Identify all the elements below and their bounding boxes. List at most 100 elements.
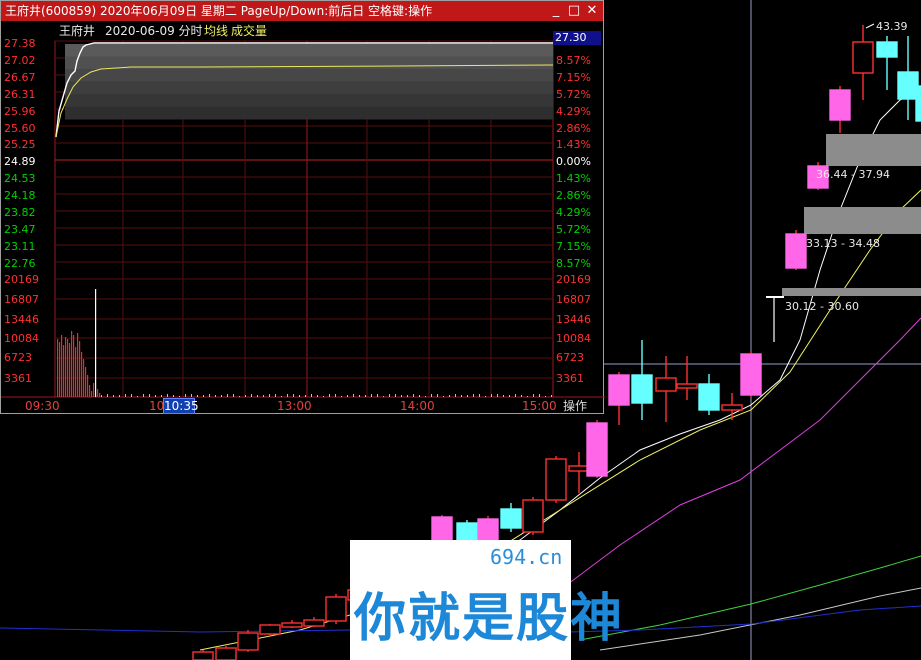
volume-bar: [347, 395, 348, 397]
volume-bar: [545, 396, 546, 397]
watermark-banner: 694.cn 你就是股神: [350, 540, 622, 660]
volume-bar: [69, 343, 71, 397]
pct-label: 5.72%: [556, 222, 591, 236]
price-label: 24.18: [4, 189, 36, 203]
volume-bar: [57, 339, 59, 397]
price-label: 23.11: [4, 239, 36, 253]
volume-bar: [467, 395, 468, 397]
volume-bar: [365, 395, 366, 397]
volume-bar: [275, 394, 276, 397]
time-tick-1300: 13:00: [277, 399, 312, 413]
pct-label: 8.57%: [556, 53, 591, 67]
volume-bar: [443, 396, 444, 397]
candle-body: [431, 516, 453, 541]
volume-bar: [329, 394, 330, 397]
volume-bar: [233, 394, 234, 397]
intraday-chart[interactable]: [1, 1, 605, 415]
price-label: 26.67: [4, 70, 36, 84]
volume-bar: [341, 396, 342, 397]
volume-bar: [473, 394, 474, 397]
time-tick-0930: 09:30: [25, 399, 60, 413]
volume-bar: [215, 395, 216, 397]
volume-bar: [131, 394, 132, 397]
volume-bar: [197, 395, 198, 397]
volume-bar: [431, 394, 432, 397]
peak-price-label: 43.39: [876, 20, 908, 33]
volume-bar: [149, 394, 150, 397]
volume-bar: [161, 395, 162, 397]
volume-bar: [93, 383, 95, 397]
volume-bar: [99, 393, 101, 397]
volume-bar: [63, 345, 65, 397]
volume-bar: [73, 335, 75, 397]
candle-body: [676, 383, 698, 389]
volume-label-right: 6723: [556, 351, 584, 364]
pct-label: 2.86%: [556, 189, 591, 203]
volume-bar: [143, 394, 144, 397]
candle-body: [740, 353, 762, 396]
price-label: 25.60: [4, 121, 36, 135]
candle-body: [785, 233, 807, 269]
volume-label-right: 13446: [556, 313, 591, 326]
pct-label: 0.00%: [556, 155, 591, 169]
volume-bar: [287, 394, 288, 397]
candle-body: [477, 518, 499, 541]
volume-bar: [425, 396, 426, 397]
candle-body: [876, 41, 898, 58]
volume-bar: [221, 395, 222, 397]
candle-body: [897, 71, 919, 100]
candle-body: [915, 85, 921, 122]
volume-bar: [185, 394, 186, 397]
pct-label: 2.86%: [556, 121, 591, 135]
volume-bar: [239, 396, 240, 397]
price-label: 27.38: [4, 37, 36, 50]
volume-bar: [335, 394, 336, 397]
candle-body: [568, 465, 590, 472]
volume-bar: [191, 394, 192, 397]
volume-bar: [81, 352, 83, 397]
volume-bar: [305, 395, 306, 397]
volume-bar: [87, 375, 89, 397]
volume-label-right: 10084: [556, 332, 591, 345]
chip-range-label-3: 30.12 - 30.60: [785, 300, 859, 313]
volume-bar: [95, 289, 97, 397]
volume-bar: [77, 333, 79, 397]
volume-bar: [317, 395, 318, 397]
volume-bar: [539, 394, 540, 397]
volume-bar: [59, 342, 61, 397]
volume-bar: [269, 394, 270, 397]
volume-label: 20169: [4, 273, 39, 286]
price-label: 25.25: [4, 138, 36, 152]
time-tick-1400: 14:00: [400, 399, 435, 413]
volume-label-right: 20169: [556, 273, 591, 286]
volume-bar: [521, 395, 522, 397]
volume-bar: [449, 395, 450, 397]
volume-bar: [389, 394, 390, 397]
volume-label: 16807: [4, 293, 39, 306]
candle-body: [586, 422, 608, 477]
volume-bar: [281, 396, 282, 397]
volume-bar: [65, 337, 67, 397]
candle-body: [303, 619, 325, 627]
pct-label: 7.15%: [556, 239, 591, 253]
volume-bar: [323, 396, 324, 397]
chip-distribution-bar: [826, 134, 921, 166]
pct-label: 8.57%: [556, 256, 591, 270]
chip-range-label-1: 36.44 - 37.94: [816, 168, 890, 181]
operations-button[interactable]: 操作: [563, 398, 587, 414]
candle-body: [259, 624, 281, 635]
price-label: 23.47: [4, 222, 36, 236]
chip-distribution-bar: [782, 288, 921, 296]
volume-bar: [377, 394, 378, 397]
volume-label: 10084: [4, 332, 39, 345]
price-label: 22.76: [4, 256, 36, 270]
volume-bar: [527, 396, 528, 397]
price-area-band: [65, 94, 553, 107]
volume-label: 13446: [4, 313, 39, 326]
candle-body: [522, 499, 544, 533]
volume-bar: [293, 394, 294, 397]
volume-bar: [91, 391, 93, 397]
volume-bar: [79, 341, 81, 397]
chip-range-label-2: 33.13 - 34.48: [806, 237, 880, 250]
candle-body: [500, 508, 522, 529]
